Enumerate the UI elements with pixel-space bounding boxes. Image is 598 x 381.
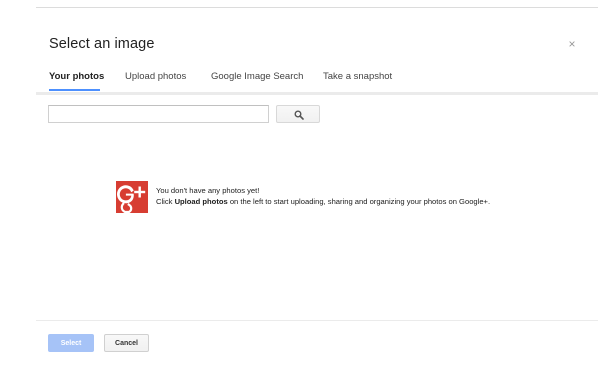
search-icon [294, 110, 304, 120]
top-divider [36, 7, 598, 8]
footer-divider [36, 320, 598, 321]
select-button[interactable]: Select [48, 334, 94, 352]
google-plus-logo [116, 181, 148, 213]
empty-state-line-2: Click Upload photos on the left to start… [156, 196, 490, 207]
tab-your-photos[interactable]: Your photos [49, 71, 104, 82]
empty-state-line-2-suffix: on the left to start uploading, sharing … [227, 197, 491, 206]
empty-state-line-2-prefix: Click [156, 197, 175, 206]
close-icon[interactable]: × [566, 38, 578, 50]
active-tab-indicator [49, 89, 100, 91]
tab-take-a-snapshot[interactable]: Take a snapshot [323, 71, 392, 82]
tabs-divider [36, 92, 598, 95]
upload-photos-emphasis: Upload photos [174, 197, 228, 206]
empty-state: You don't have any photos yet! Click Upl… [116, 181, 576, 213]
dialog-title: Select an image [49, 36, 155, 52]
search-button[interactable] [276, 105, 320, 123]
search-input[interactable] [48, 105, 269, 123]
cancel-button[interactable]: Cancel [104, 334, 149, 352]
tab-upload-photos[interactable]: Upload photos [125, 71, 186, 82]
tab-google-image-search[interactable]: Google Image Search [211, 71, 303, 82]
empty-state-message: You don't have any photos yet! Click Upl… [156, 185, 490, 207]
image-picker-dialog: Select an image × Your photos Upload pho… [0, 0, 598, 381]
empty-state-line-1: You don't have any photos yet! [156, 186, 260, 195]
